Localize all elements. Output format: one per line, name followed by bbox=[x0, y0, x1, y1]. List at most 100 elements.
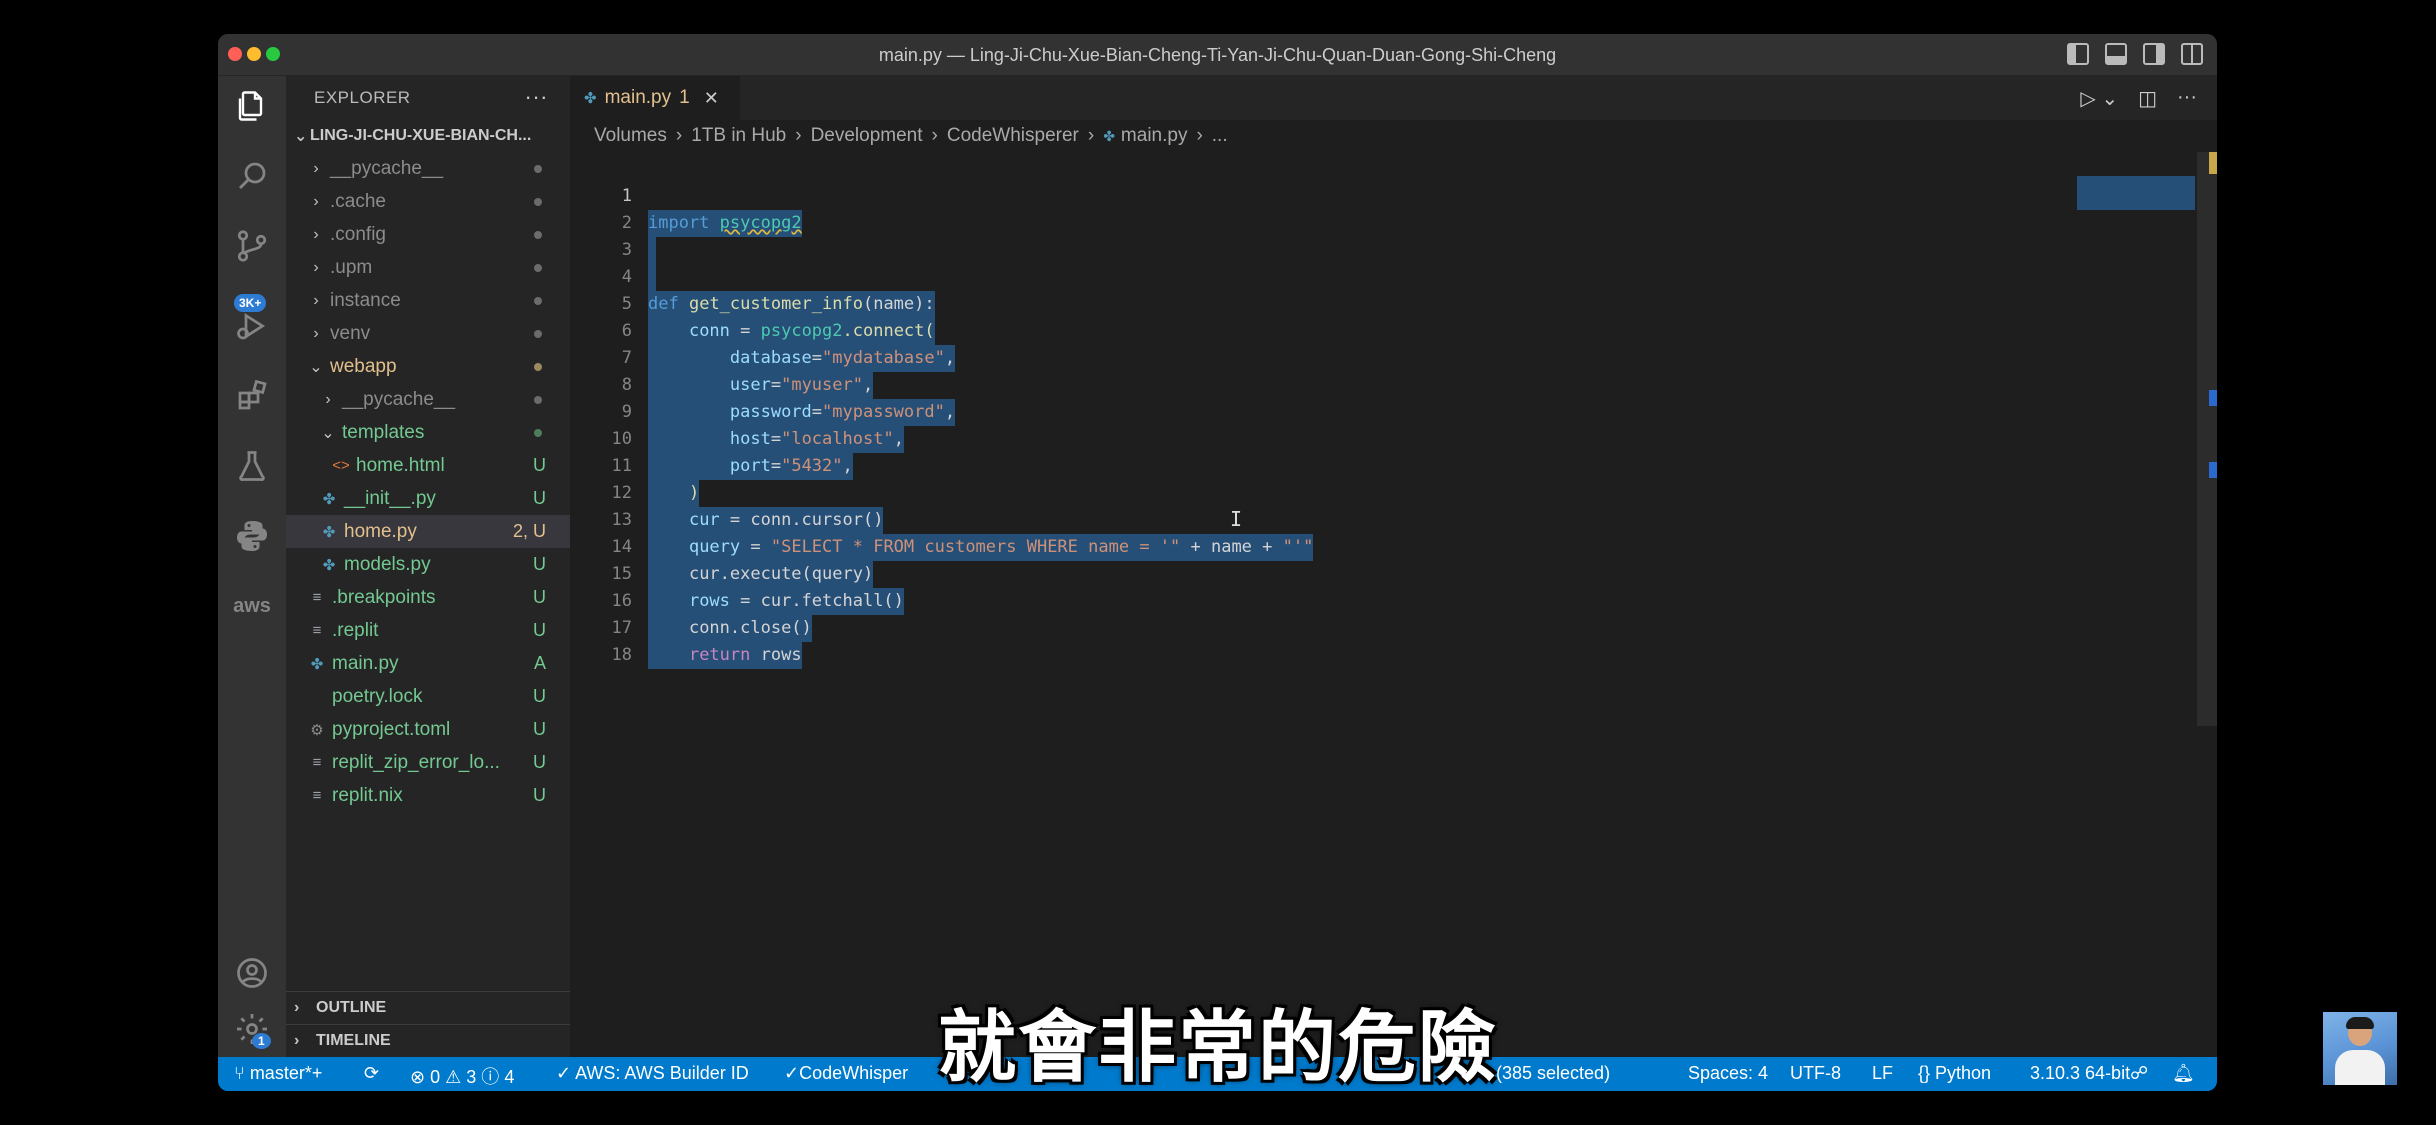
tree-item-poetry-lock[interactable]: poetry.lock U bbox=[286, 680, 570, 713]
tree-item-webapp[interactable]: ⌄ webapp bbox=[286, 350, 570, 383]
testing-icon[interactable] bbox=[232, 446, 272, 486]
breadcrumb-item[interactable]: 1TB in Hub bbox=[691, 125, 786, 147]
python-file-icon: ✤ bbox=[584, 90, 597, 107]
tree-item-label: home.html bbox=[356, 454, 445, 476]
minimap[interactable] bbox=[2077, 172, 2197, 212]
explorer-icon[interactable] bbox=[232, 86, 272, 126]
code-line: 2 bbox=[570, 183, 656, 264]
breadcrumb-item[interactable]: ... bbox=[1212, 125, 1228, 147]
code-line: 10 port="5432", bbox=[570, 399, 853, 480]
python-file-icon: ✤ bbox=[1103, 127, 1115, 144]
tree-item-label: poetry.lock bbox=[332, 685, 423, 707]
chevron-down-icon: ⌄ bbox=[309, 358, 323, 376]
tree-item-main-py[interactable]: ✤ main.py A bbox=[286, 647, 570, 680]
code-line: 13 query = "SELECT * FROM customers WHER… bbox=[570, 480, 1314, 561]
tree-item-webapp-pycache[interactable]: › __pycache__ bbox=[286, 383, 570, 416]
chevron-down-icon: ⌄ bbox=[321, 424, 335, 442]
tree-item-replit-zip-error[interactable]: ≡ replit_zip_error_lo... U bbox=[286, 746, 570, 779]
tab-problem-count: 1 bbox=[679, 87, 690, 108]
chevron-right-icon: › bbox=[675, 125, 683, 146]
tree-item-upm[interactable]: › .upm bbox=[286, 251, 570, 284]
code-line: 4 def get_customer_info(name): bbox=[570, 237, 935, 318]
tree-item-label: replit_zip_error_lo... bbox=[332, 751, 500, 773]
aws-icon[interactable]: aws bbox=[232, 586, 272, 626]
explorer-title: EXPLORER bbox=[314, 88, 411, 107]
search-icon[interactable] bbox=[232, 156, 272, 196]
git-status: A bbox=[533, 653, 546, 673]
tree-item-label: replit.nix bbox=[332, 784, 403, 806]
git-status: U bbox=[533, 752, 546, 772]
presenter-avatar bbox=[2323, 1012, 2397, 1085]
extensions-icon[interactable] bbox=[232, 376, 272, 416]
tab-label: main.py bbox=[604, 87, 672, 108]
text-file-icon: ≡ bbox=[312, 787, 322, 804]
gear-icon: ⚙ bbox=[310, 721, 324, 739]
breadcrumb-item[interactable]: Volumes bbox=[594, 125, 667, 147]
tree-item-breakpoints[interactable]: ≡ .breakpoints U bbox=[286, 581, 570, 614]
code-line: 5 conn = psycopg2.connect( bbox=[570, 264, 935, 345]
minimap-selection bbox=[2077, 176, 2195, 210]
tree-item-replit-nix[interactable]: ≡ replit.nix U bbox=[286, 779, 570, 812]
python-icon[interactable] bbox=[232, 516, 272, 556]
toggle-panel-icon[interactable] bbox=[2105, 43, 2127, 65]
code-text: return rows bbox=[648, 642, 802, 669]
split-editor-icon[interactable]: ◫ bbox=[2138, 86, 2157, 111]
explorer-sidebar: EXPLORER ··· ⌄ LING-JI-CHU-XUE-BIAN-CH..… bbox=[286, 76, 570, 1057]
activity-bar: 3K+ aws 1 bbox=[218, 76, 286, 1057]
tree-item-venv[interactable]: › venv bbox=[286, 317, 570, 350]
breadcrumb-item[interactable]: main.py bbox=[1121, 125, 1188, 147]
tree-item-cache[interactable]: › .cache bbox=[286, 185, 570, 218]
project-folder-header[interactable]: ⌄ LING-JI-CHU-XUE-BIAN-CH... bbox=[286, 120, 570, 152]
code-text: ) bbox=[648, 480, 700, 507]
vertical-scrollbar[interactable] bbox=[2197, 152, 2217, 726]
tree-item-home-html[interactable]: <> home.html U bbox=[286, 449, 570, 482]
breadcrumb-item[interactable]: CodeWhisperer bbox=[947, 125, 1079, 147]
customize-layout-icon[interactable] bbox=[2181, 43, 2203, 65]
ignored-dot bbox=[534, 230, 542, 239]
tree-item-config[interactable]: › .config bbox=[286, 218, 570, 251]
tree-item-templates[interactable]: ⌄ templates bbox=[286, 416, 570, 449]
tree-item-label: venv bbox=[330, 322, 371, 344]
code-text: cur = conn.cursor() bbox=[648, 507, 884, 534]
tree-item-pyproject[interactable]: ⚙ pyproject.toml U bbox=[286, 713, 570, 746]
python-file-icon: ✤ bbox=[310, 655, 324, 673]
toggle-primary-sidebar-icon[interactable] bbox=[2067, 43, 2089, 65]
tree-item-label: main.py bbox=[332, 652, 399, 674]
breadcrumb-item[interactable]: Development bbox=[811, 125, 923, 147]
tree-item-home-py[interactable]: ✤ home.py 2, U bbox=[286, 515, 570, 548]
code-editor[interactable]: 1 import psycopg2 2 3 4 def get_customer… bbox=[570, 152, 2217, 1057]
tab-main-py[interactable]: ✤ main.py 1 ✕ bbox=[570, 76, 740, 120]
python-file-icon: ✤ bbox=[322, 556, 336, 574]
run-debug-icon[interactable] bbox=[232, 306, 272, 346]
tree-item-instance[interactable]: › instance bbox=[286, 284, 570, 317]
tree-item-label: .cache bbox=[330, 190, 386, 212]
toggle-secondary-sidebar-icon[interactable] bbox=[2143, 43, 2165, 65]
video-subtitle: 就會非常的危險 bbox=[937, 1003, 1498, 1093]
chevron-right-icon: › bbox=[313, 159, 319, 177]
source-control-icon[interactable] bbox=[232, 226, 272, 266]
python-file-icon: ✤ bbox=[322, 490, 336, 508]
chevron-down-icon: ⌄ bbox=[294, 128, 308, 145]
ignored-dot bbox=[534, 164, 542, 173]
run-python-file-icon[interactable]: ▷ ⌄ bbox=[2080, 86, 2118, 111]
code-line: 3 bbox=[570, 210, 656, 291]
git-status: U bbox=[533, 620, 546, 640]
code-text: import psycopg2 bbox=[648, 210, 802, 237]
git-status: 2, U bbox=[512, 521, 546, 541]
more-actions-icon[interactable]: ··· bbox=[2177, 86, 2197, 111]
close-icon[interactable]: ✕ bbox=[704, 88, 719, 109]
tree-item-models-py[interactable]: ✤ models.py U bbox=[286, 548, 570, 581]
tree-item-label: __init__.py bbox=[344, 487, 436, 509]
layout-controls bbox=[2067, 43, 2203, 65]
code-line: 11 ) bbox=[570, 426, 700, 507]
git-status: U bbox=[533, 587, 546, 607]
code-text: password="mypassword", bbox=[648, 399, 956, 426]
tree-item-replit[interactable]: ≡ .replit U bbox=[286, 614, 570, 647]
code-line: 18 bbox=[570, 615, 652, 665]
tree-item-init-py[interactable]: ✤ __init__.py U bbox=[286, 482, 570, 515]
chevron-right-icon: › bbox=[313, 291, 319, 309]
tree-item-pycache[interactable]: › __pycache__ bbox=[286, 152, 570, 185]
more-actions-icon[interactable]: ··· bbox=[525, 84, 548, 110]
code-line: 7 user="myuser", bbox=[570, 318, 874, 399]
chevron-right-icon: › bbox=[313, 192, 319, 210]
